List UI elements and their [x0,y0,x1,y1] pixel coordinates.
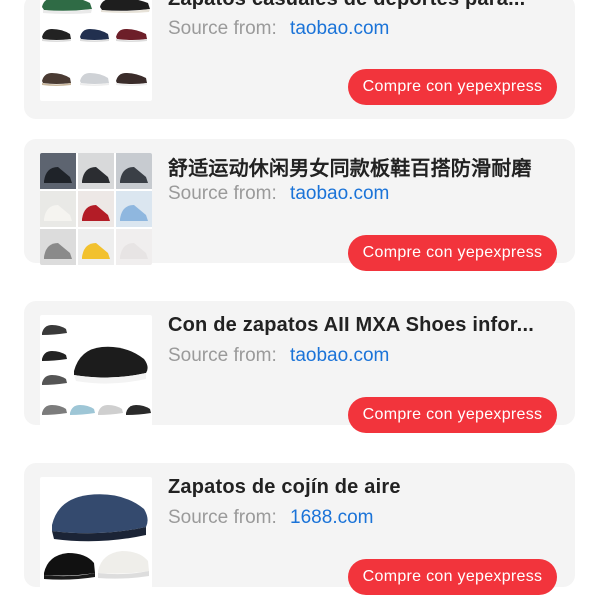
source-label: Source from: [168,18,277,39]
product-image[interactable] [40,0,152,101]
product-card[interactable]: Zapatos casuales de deportes para... Sou… [24,0,575,119]
product-source: Source from: taobao.com [168,18,389,40]
product-title[interactable]: Zapatos de cojín de aire [168,476,560,499]
source-link[interactable]: taobao.com [290,18,389,39]
buy-with-yepexpress-button[interactable]: Compre con yepexpress [348,69,557,105]
product-image[interactable] [40,153,152,265]
source-link[interactable]: taobao.com [290,183,389,204]
product-source: Source from: 1688.com [168,507,374,529]
source-label: Source from: [168,345,277,366]
product-source: Source from: taobao.com [168,345,389,367]
product-title[interactable]: 舒适运动休闲男女同款板鞋百搭防滑耐磨 [168,152,560,181]
product-image[interactable] [40,477,152,589]
product-list: Zapatos casuales de deportes para... Sou… [0,0,600,600]
product-image[interactable] [40,315,152,427]
buy-with-yepexpress-button[interactable]: Compre con yepexpress [348,235,557,271]
product-title[interactable]: Con de zapatos AII MXA Shoes infor... [168,314,560,337]
source-link[interactable]: 1688.com [290,507,373,528]
buy-with-yepexpress-button[interactable]: Compre con yepexpress [348,559,557,595]
source-label: Source from: [168,183,277,204]
source-link[interactable]: taobao.com [290,345,389,366]
product-card[interactable]: Zapatos de cojín de aire Source from: 16… [24,463,575,595]
buy-with-yepexpress-button[interactable]: Compre con yepexpress [348,397,557,433]
product-card[interactable]: Con de zapatos AII MXA Shoes infor... So… [24,301,575,433]
product-card[interactable]: 舒适运动休闲男女同款板鞋百搭防滑耐磨 Source from: taobao.c… [24,139,575,271]
product-source: Source from: taobao.com [168,183,389,205]
source-label: Source from: [168,507,277,528]
product-title[interactable]: Zapatos casuales de deportes para... [168,0,560,11]
